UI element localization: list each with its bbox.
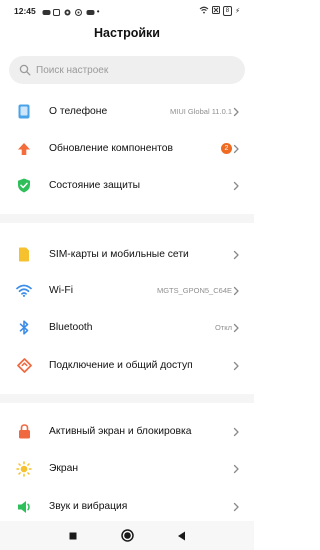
search-input[interactable]: Поиск настроек <box>9 56 245 84</box>
chevron-right-icon <box>233 427 240 437</box>
settings-item-label: Подключение и общий доступ <box>49 360 193 371</box>
settings-item-sound-vibration[interactable]: Звук и вибрация <box>0 488 254 525</box>
chevron-right-icon <box>233 502 240 512</box>
chevron-right-icon <box>233 361 240 371</box>
settings-item-value: Откл <box>214 323 232 332</box>
sun-icon <box>16 460 32 477</box>
lock-icon <box>16 424 32 440</box>
sim-card-icon <box>16 247 32 263</box>
section-divider <box>0 214 254 223</box>
settings-item-wifi[interactable]: Wi-Fi MGTS_GPON5_C64E <box>0 272 254 309</box>
settings-item-label: Обновление компонентов <box>49 143 173 154</box>
page-title: Настройки <box>94 26 160 40</box>
section-divider <box>0 394 254 403</box>
settings-item-label: Bluetooth <box>49 322 93 333</box>
settings-item-sim-cards[interactable]: SIM-карты и мобильные сети <box>0 236 254 273</box>
update-count-badge: 2 <box>221 143 232 154</box>
no-sim-icon <box>211 6 220 16</box>
settings-item-value: MGTS_GPON5_C64E <box>156 286 232 295</box>
settings-item-about-phone[interactable]: О телефоне MIUI Global 11.0.1 <box>0 93 254 130</box>
battery-icon: 8 <box>222 6 233 16</box>
speaker-icon <box>16 499 32 515</box>
status-time: 12:45 <box>14 6 36 16</box>
connection-sharing-icon <box>16 358 32 374</box>
shield-check-icon <box>16 178 32 194</box>
arrow-up-icon <box>16 141 32 157</box>
phone-info-icon <box>16 104 32 120</box>
wifi-icon <box>16 283 32 299</box>
wifi-status-icon <box>199 6 209 16</box>
chevron-right-icon <box>233 323 240 333</box>
notification-app-icon <box>52 8 61 16</box>
search-placeholder: Поиск настроек <box>36 64 109 76</box>
settings-item-component-updates[interactable]: Обновление компонентов 2 <box>0 130 254 167</box>
settings-item-label: О телефоне <box>49 106 108 117</box>
chevron-right-icon <box>233 107 240 117</box>
settings-item-value: MIUI Global 11.0.1 <box>170 107 232 116</box>
home-button[interactable] <box>120 529 134 543</box>
settings-item-label: Wi-Fi <box>49 285 74 296</box>
more-notifications-icon: • <box>96 6 100 16</box>
navigation-bar <box>0 521 254 550</box>
settings-item-label: Экран <box>49 463 79 474</box>
gamepad-icon-2 <box>86 8 95 15</box>
charging-icon: ⚡ <box>235 8 240 15</box>
search-icon <box>19 64 31 76</box>
settings-item-security-status[interactable]: Состояние защиты <box>0 167 254 204</box>
notification-settings-icon <box>64 8 72 15</box>
recents-button[interactable] <box>66 529 80 543</box>
settings-item-label: Активный экран и блокировка <box>49 426 192 437</box>
settings-item-display[interactable]: Экран <box>0 450 254 487</box>
chevron-right-icon <box>233 181 240 191</box>
settings-item-bluetooth[interactable]: Bluetooth Откл <box>0 309 254 346</box>
chevron-right-icon <box>233 464 240 474</box>
back-button[interactable] <box>174 529 188 543</box>
chevron-right-icon <box>233 286 240 296</box>
at-icon <box>74 8 83 16</box>
settings-item-label: Состояние защиты <box>49 180 141 191</box>
settings-item-lock-screen[interactable]: Активный экран и блокировка <box>0 413 254 450</box>
settings-item-label: Звук и вибрация <box>49 501 128 512</box>
gamepad-icon <box>42 8 51 15</box>
chevron-right-icon <box>233 144 240 154</box>
settings-item-label: SIM-карты и мобильные сети <box>49 249 189 260</box>
chevron-right-icon <box>233 250 240 260</box>
bluetooth-icon <box>16 320 32 336</box>
status-bar: 12:45 • 8 ⚡ <box>0 0 254 22</box>
settings-item-connection-sharing[interactable]: Подключение и общий доступ <box>0 347 254 384</box>
